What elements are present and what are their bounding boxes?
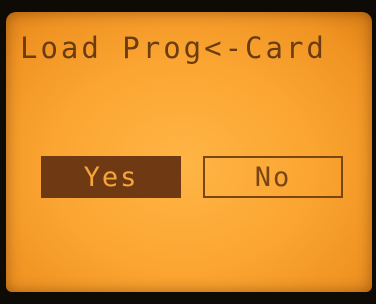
screen-title: Load Prog<-Card (20, 31, 327, 65)
yes-button[interactable]: Yes (41, 156, 181, 198)
no-button[interactable]: No (203, 156, 343, 198)
lcd-screen: Load Prog<-Card Yes No (6, 12, 372, 292)
